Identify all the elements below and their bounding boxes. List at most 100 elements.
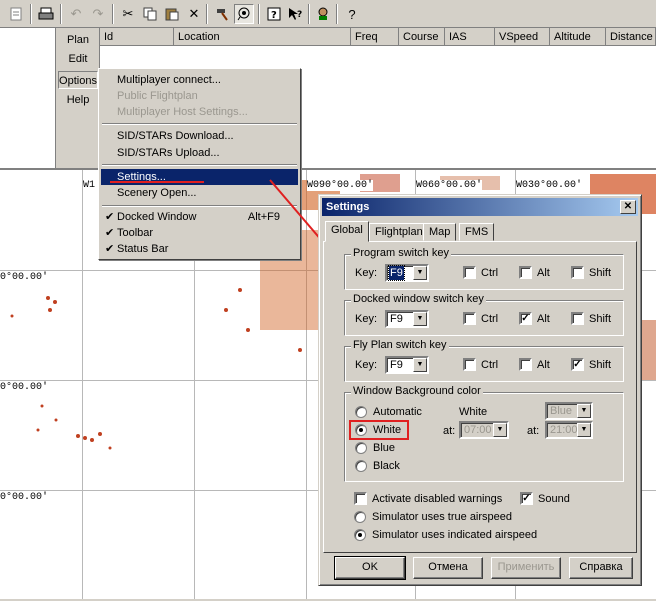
ctrl-checkbox[interactable] (463, 358, 476, 371)
radio-label: Black (373, 460, 400, 472)
menu-edit[interactable]: Edit (58, 50, 98, 68)
docked-key-select[interactable]: F9 ▼ (385, 310, 429, 328)
program-key-select[interactable]: F9 ▼ (385, 264, 429, 282)
help-topics-icon[interactable]: ? (264, 4, 284, 24)
radio-blue[interactable] (355, 442, 367, 454)
activate-warnings-checkbox[interactable] (354, 492, 367, 505)
menu-item-sidstar-download[interactable]: SID/STARs Download... (101, 128, 298, 144)
column-location[interactable]: Location (174, 28, 351, 46)
shift-checkbox[interactable] (571, 312, 584, 325)
group-title: Program switch key (351, 247, 451, 259)
group-title: Fly Plan switch key (351, 339, 449, 351)
radio-automatic[interactable] (355, 406, 367, 418)
activate-warnings-label: Activate disabled warnings (372, 493, 503, 505)
group-title: Docked window switch key (351, 293, 486, 305)
column-freq[interactable]: Freq (351, 28, 399, 46)
dialog-titlebar[interactable]: Settings ✕ (322, 198, 638, 216)
tab-map[interactable]: Map (423, 223, 457, 241)
menu-item-status-bar[interactable]: ✔ Status Bar (101, 241, 298, 257)
toolbar-separator (258, 4, 260, 24)
apply-button[interactable]: Применить (491, 557, 561, 579)
chevron-down-icon[interactable]: ▼ (577, 423, 591, 437)
left-panel (0, 28, 56, 168)
at-label: at: (443, 425, 456, 437)
alt-label: Alt (537, 313, 550, 325)
column-ias[interactable]: IAS (445, 28, 495, 46)
menu-help[interactable]: Help (58, 91, 98, 109)
menu-item-toolbar[interactable]: ✔ Toolbar (101, 225, 298, 241)
settings-dialog: Settings ✕ Global Flightplan Map FMS Pro… (318, 194, 642, 586)
radio-indicated-airspeed[interactable] (354, 529, 366, 541)
whats-this-icon[interactable]: ? (286, 4, 306, 24)
menu-item-sidstar-upload[interactable]: SID/STARs Upload... (101, 145, 298, 161)
help-button[interactable]: Справка (569, 557, 633, 579)
cancel-button[interactable]: Отмена (413, 557, 483, 579)
undo-icon[interactable]: ↶ (66, 4, 86, 24)
checkmark-icon: ✔ (105, 227, 115, 239)
flyplan-key-select[interactable]: F9 ▼ (385, 356, 429, 374)
sound-label: Sound (538, 493, 570, 505)
column-altitude[interactable]: Altitude (550, 28, 606, 46)
shift-label: Shift (589, 267, 612, 279)
map-pin-icon[interactable] (234, 4, 254, 24)
menu-item-docked-window[interactable]: ✔ Docked Window Alt+F9 (101, 209, 298, 225)
chevron-down-icon[interactable]: ▼ (413, 312, 427, 326)
ctrl-checkbox[interactable] (463, 312, 476, 325)
tab-global[interactable]: Global (325, 221, 369, 242)
group-docked-switch: Docked window switch key Key: F9 ▼ Ctrl … (344, 293, 624, 336)
menu-item-multiplayer-connect[interactable]: Multiplayer connect... (101, 72, 298, 88)
column-distance[interactable]: Distance (606, 28, 656, 46)
redo-icon[interactable]: ↷ (88, 4, 108, 24)
menu-item-public-flightplan[interactable]: Public Flightplan (101, 88, 298, 104)
sound-checkbox[interactable]: ✓ (520, 492, 533, 505)
alt-checkbox[interactable] (519, 266, 532, 279)
alt-checkbox[interactable]: ✓ (519, 312, 532, 325)
toolbar-separator (60, 4, 62, 24)
column-course[interactable]: Course (399, 28, 445, 46)
chevron-down-icon[interactable]: ▼ (413, 358, 427, 372)
shift-checkbox[interactable]: ✓ (571, 358, 584, 371)
document-icon[interactable] (6, 4, 26, 24)
cut-icon[interactable]: ✂ (118, 4, 138, 24)
ctrl-checkbox[interactable] (463, 266, 476, 279)
at-label: at: (527, 425, 540, 437)
hammer-icon[interactable] (212, 4, 232, 24)
column-vspeed[interactable]: VSpeed (495, 28, 550, 46)
map-lon-label: W090°00.00' (307, 180, 374, 191)
print-icon[interactable] (36, 4, 56, 24)
chevron-down-icon[interactable]: ▼ (577, 404, 591, 418)
close-icon[interactable]: ✕ (620, 200, 636, 214)
radio-black[interactable] (355, 460, 367, 472)
menu-item-multiplayer-host-settings[interactable]: Multiplayer Host Settings... (101, 104, 298, 120)
alt-checkbox[interactable] (519, 358, 532, 371)
question-icon[interactable]: ? (342, 4, 362, 24)
pilot-icon[interactable] (314, 4, 334, 24)
menu-item-scenery-open[interactable]: Scenery Open... (101, 185, 298, 201)
annotation-underline (110, 181, 204, 183)
alt-label: Alt (537, 267, 550, 279)
tab-fms[interactable]: FMS (459, 223, 495, 241)
copy-icon[interactable] (140, 4, 160, 24)
column-id[interactable]: Id (100, 28, 174, 46)
paste-icon[interactable] (162, 4, 182, 24)
delete-icon[interactable]: ✕ (184, 4, 204, 24)
radio-true-airspeed[interactable] (354, 511, 366, 523)
tab-flightplan[interactable]: Flightplan (369, 223, 429, 241)
night-time-select[interactable]: 21:00 ▼ (545, 421, 593, 439)
menu-plan[interactable]: Plan (58, 31, 98, 49)
menu-separator (102, 164, 297, 166)
menu-separator (102, 205, 297, 207)
night-color-select[interactable]: Blue ▼ (545, 402, 593, 420)
select-value: F9 (388, 265, 405, 281)
menu-options[interactable]: Options (58, 71, 98, 89)
chevron-down-icon[interactable]: ▼ (413, 266, 427, 280)
menu-item-label: Docked Window (117, 211, 197, 223)
shift-checkbox[interactable] (571, 266, 584, 279)
chevron-down-icon[interactable]: ▼ (493, 423, 507, 437)
map-lon-label: W030°00.00' (516, 180, 583, 191)
ok-button[interactable]: OK (334, 556, 406, 580)
day-time-select[interactable]: 07:00 ▼ (459, 421, 509, 439)
toolbar-separator (206, 4, 208, 24)
checkmark-icon: ✔ (105, 243, 115, 255)
checkmark-icon: ✔ (105, 211, 115, 223)
